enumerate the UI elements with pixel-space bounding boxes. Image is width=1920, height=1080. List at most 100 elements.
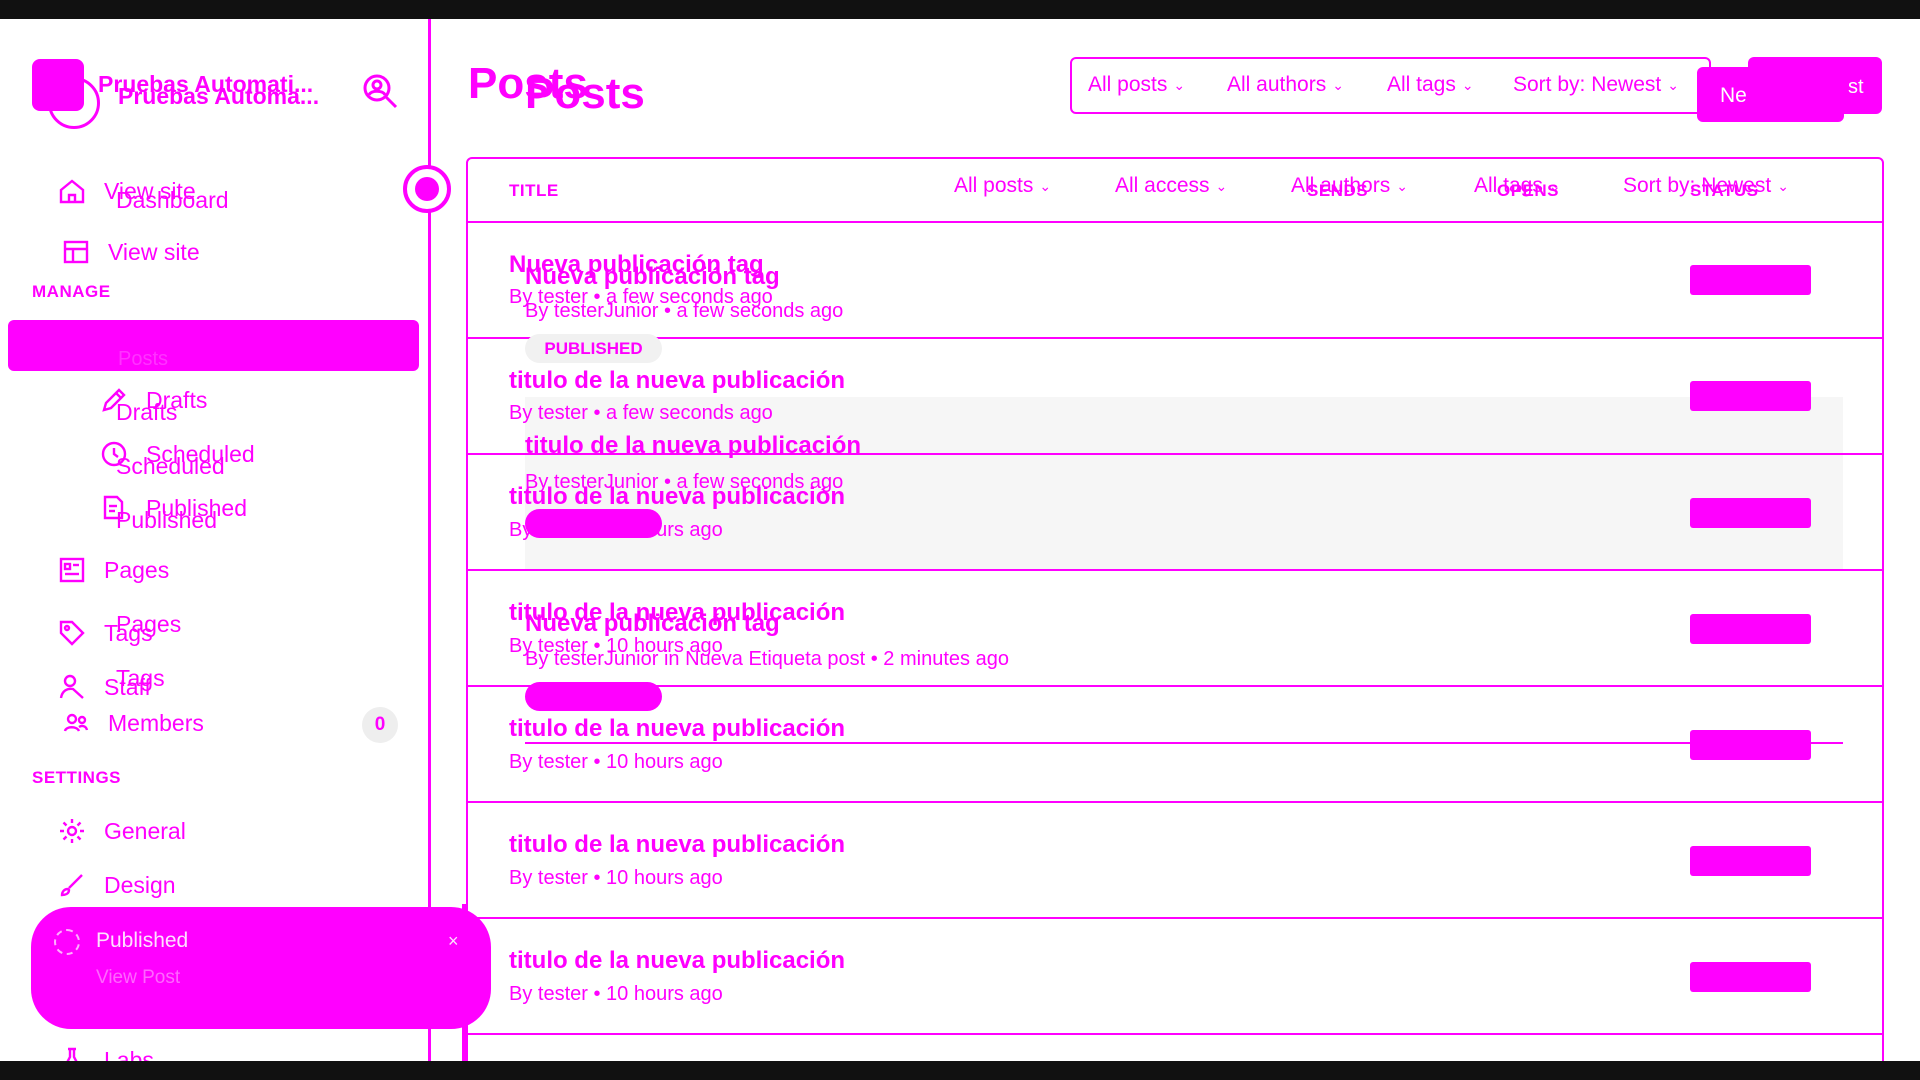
status-badge [1690,730,1811,760]
inline-filter-all-tags-label: All tags [1474,174,1543,197]
flask-icon [66,1047,78,1061]
ghost-status-pill [525,509,662,538]
nav-pages-label: Pages [104,556,170,583]
inline-filter-all-authors-label: All authors [1291,174,1391,197]
post-title[interactable]: titulo de la nueva publicación [509,947,845,975]
ghost-status-pill [525,682,662,711]
spinner-icon [54,929,80,955]
window-bottom-bar [0,1061,1920,1080]
chevron-down-icon: ⌄ [1461,76,1474,93]
post-meta: By tester • 10 hours ago [509,751,723,773]
filter-sort-label: Sort by: Newest [1513,73,1662,96]
settings-section-label: SETTINGS [32,768,122,787]
chevron-down-icon: ⌄ [1548,177,1561,194]
inline-filter-all-access-label: All access [1115,174,1210,197]
row-divider [466,569,1884,571]
page-title-ghost: Posts [525,69,645,118]
post-title[interactable]: titulo de la nueva publicación [509,367,845,395]
nav-view-site-label: View site [108,238,200,265]
nav-tags-label: Tags [104,619,153,646]
filter-all-tags[interactable]: All tags ⌄ [1387,73,1474,97]
col-head-title: TITLE [509,181,559,200]
inline-filter-all-tags[interactable]: All tags ⌄ [1474,174,1561,198]
nav-published-ghost-label: Published [116,507,218,533]
sidebar: Pruebas Automati... Pruebas Automa... Vi… [0,19,491,1061]
filter-all-posts-label: All posts [1088,73,1168,96]
nav-scheduled-ghost-label: Scheduled [116,453,225,479]
inline-filter-all-authors[interactable]: All authors ⌄ [1291,174,1408,198]
nav-general[interactable]: General [58,817,186,845]
chevron-down-icon: ⌄ [1396,177,1408,194]
chevron-down-icon: ⌄ [1215,177,1228,194]
nav-members[interactable]: Members [62,709,204,737]
nav-dashboard-label: Dashboard [116,187,229,213]
filter-all-authors[interactable]: All authors ⌄ [1227,73,1344,97]
nav-posts[interactable] [8,320,419,371]
chevron-down-icon: ⌄ [1039,177,1052,194]
post-title[interactable]: titulo de la nueva publicación [509,831,845,859]
app-window: Pruebas Automati... Pruebas Automa... Vi… [0,19,1920,1061]
new-post-label: Ne [1720,84,1747,107]
home-icon [59,179,85,204]
nav-general-label: General [104,817,186,844]
manage-section-label: MANAGE [32,282,111,301]
filter-all-tags-label: All tags [1387,73,1456,96]
new-post-label-tail: st [1848,76,1864,98]
chevron-down-icon: ⌄ [1173,76,1186,93]
members-icon [63,713,89,732]
ghost-post-meta: By testerJunior • a few seconds ago [525,300,844,322]
members-count-badge: 0 [362,707,398,743]
nav-pages[interactable]: Pages [58,556,169,584]
toast-view-post-link[interactable]: View Post [96,967,180,989]
row-divider [466,685,1884,687]
ghost-post-title: Nueva publicación tag [525,263,780,290]
status-badge [1690,846,1811,876]
filter-sort[interactable]: Sort by: Newest ⌄ [1513,73,1679,97]
sidebar-resize-handle[interactable] [403,165,451,213]
nav-design[interactable]: Design [58,871,176,899]
toast-close-icon[interactable]: × [448,931,459,952]
nav-design-label: Design [104,871,176,898]
chevron-down-icon: ⌄ [1332,76,1344,93]
toast-title: Published [96,929,189,952]
inline-filter-all-access[interactable]: All access ⌄ [1115,174,1227,198]
inline-filter-sort[interactable]: Sort by: Newest ⌄ [1623,174,1789,198]
nav-staff[interactable]: Staff [58,673,151,701]
nav-posts-label: Posts [118,348,169,370]
status-badge [1690,498,1811,528]
ghost-post-meta: By testerJunior in Nueva Etiqueta post •… [525,648,1009,670]
status-badge [1690,614,1811,644]
nav-labs-label: Labs [104,1046,154,1062]
post-meta: By tester • 10 hours ago [509,867,723,889]
header-row-divider [466,221,1884,223]
window-top-bar [0,0,1920,19]
nav-members-label: Members [108,709,204,736]
ghost-post-meta: By testerJunior • a few seconds ago [525,471,844,493]
nav-published-ghost: Published [116,507,217,534]
nav-scheduled-ghost: Scheduled [116,453,225,480]
inline-filter-all-posts[interactable]: All posts ⌄ [954,174,1051,198]
row-divider [466,337,1884,339]
site-name-ghost: Pruebas Automa... [118,83,320,109]
nav-drafts-ghost-label: Drafts [116,399,178,425]
filter-all-posts[interactable]: All posts ⌄ [1088,73,1185,97]
post-title[interactable]: titulo de la nueva publicación [509,715,845,743]
layout-icon [63,240,89,264]
ghost-post-title: Nueva publicación tag [525,610,780,637]
chevron-down-icon: ⌄ [1777,177,1789,194]
nav-drafts-ghost: Drafts [116,399,177,426]
nav-staff-label: Staff [104,673,151,700]
row-divider [466,917,1884,919]
pages-icon [59,557,85,583]
nav-labs[interactable]: Labs [58,1046,154,1061]
inline-filter-all-posts-label: All posts [954,174,1034,197]
post-meta: By tester • a few seconds ago [509,402,773,424]
nav-view-site[interactable]: View site [62,238,200,266]
status-badge [1690,265,1811,295]
search-icon[interactable] [360,71,400,111]
chevron-down-icon: ⌄ [1667,76,1679,93]
nav-dashboard[interactable]: Dashboard [116,187,229,214]
nav-tags[interactable]: Tags [58,619,153,647]
status-badge [1690,381,1811,411]
row-divider [466,1033,1884,1035]
